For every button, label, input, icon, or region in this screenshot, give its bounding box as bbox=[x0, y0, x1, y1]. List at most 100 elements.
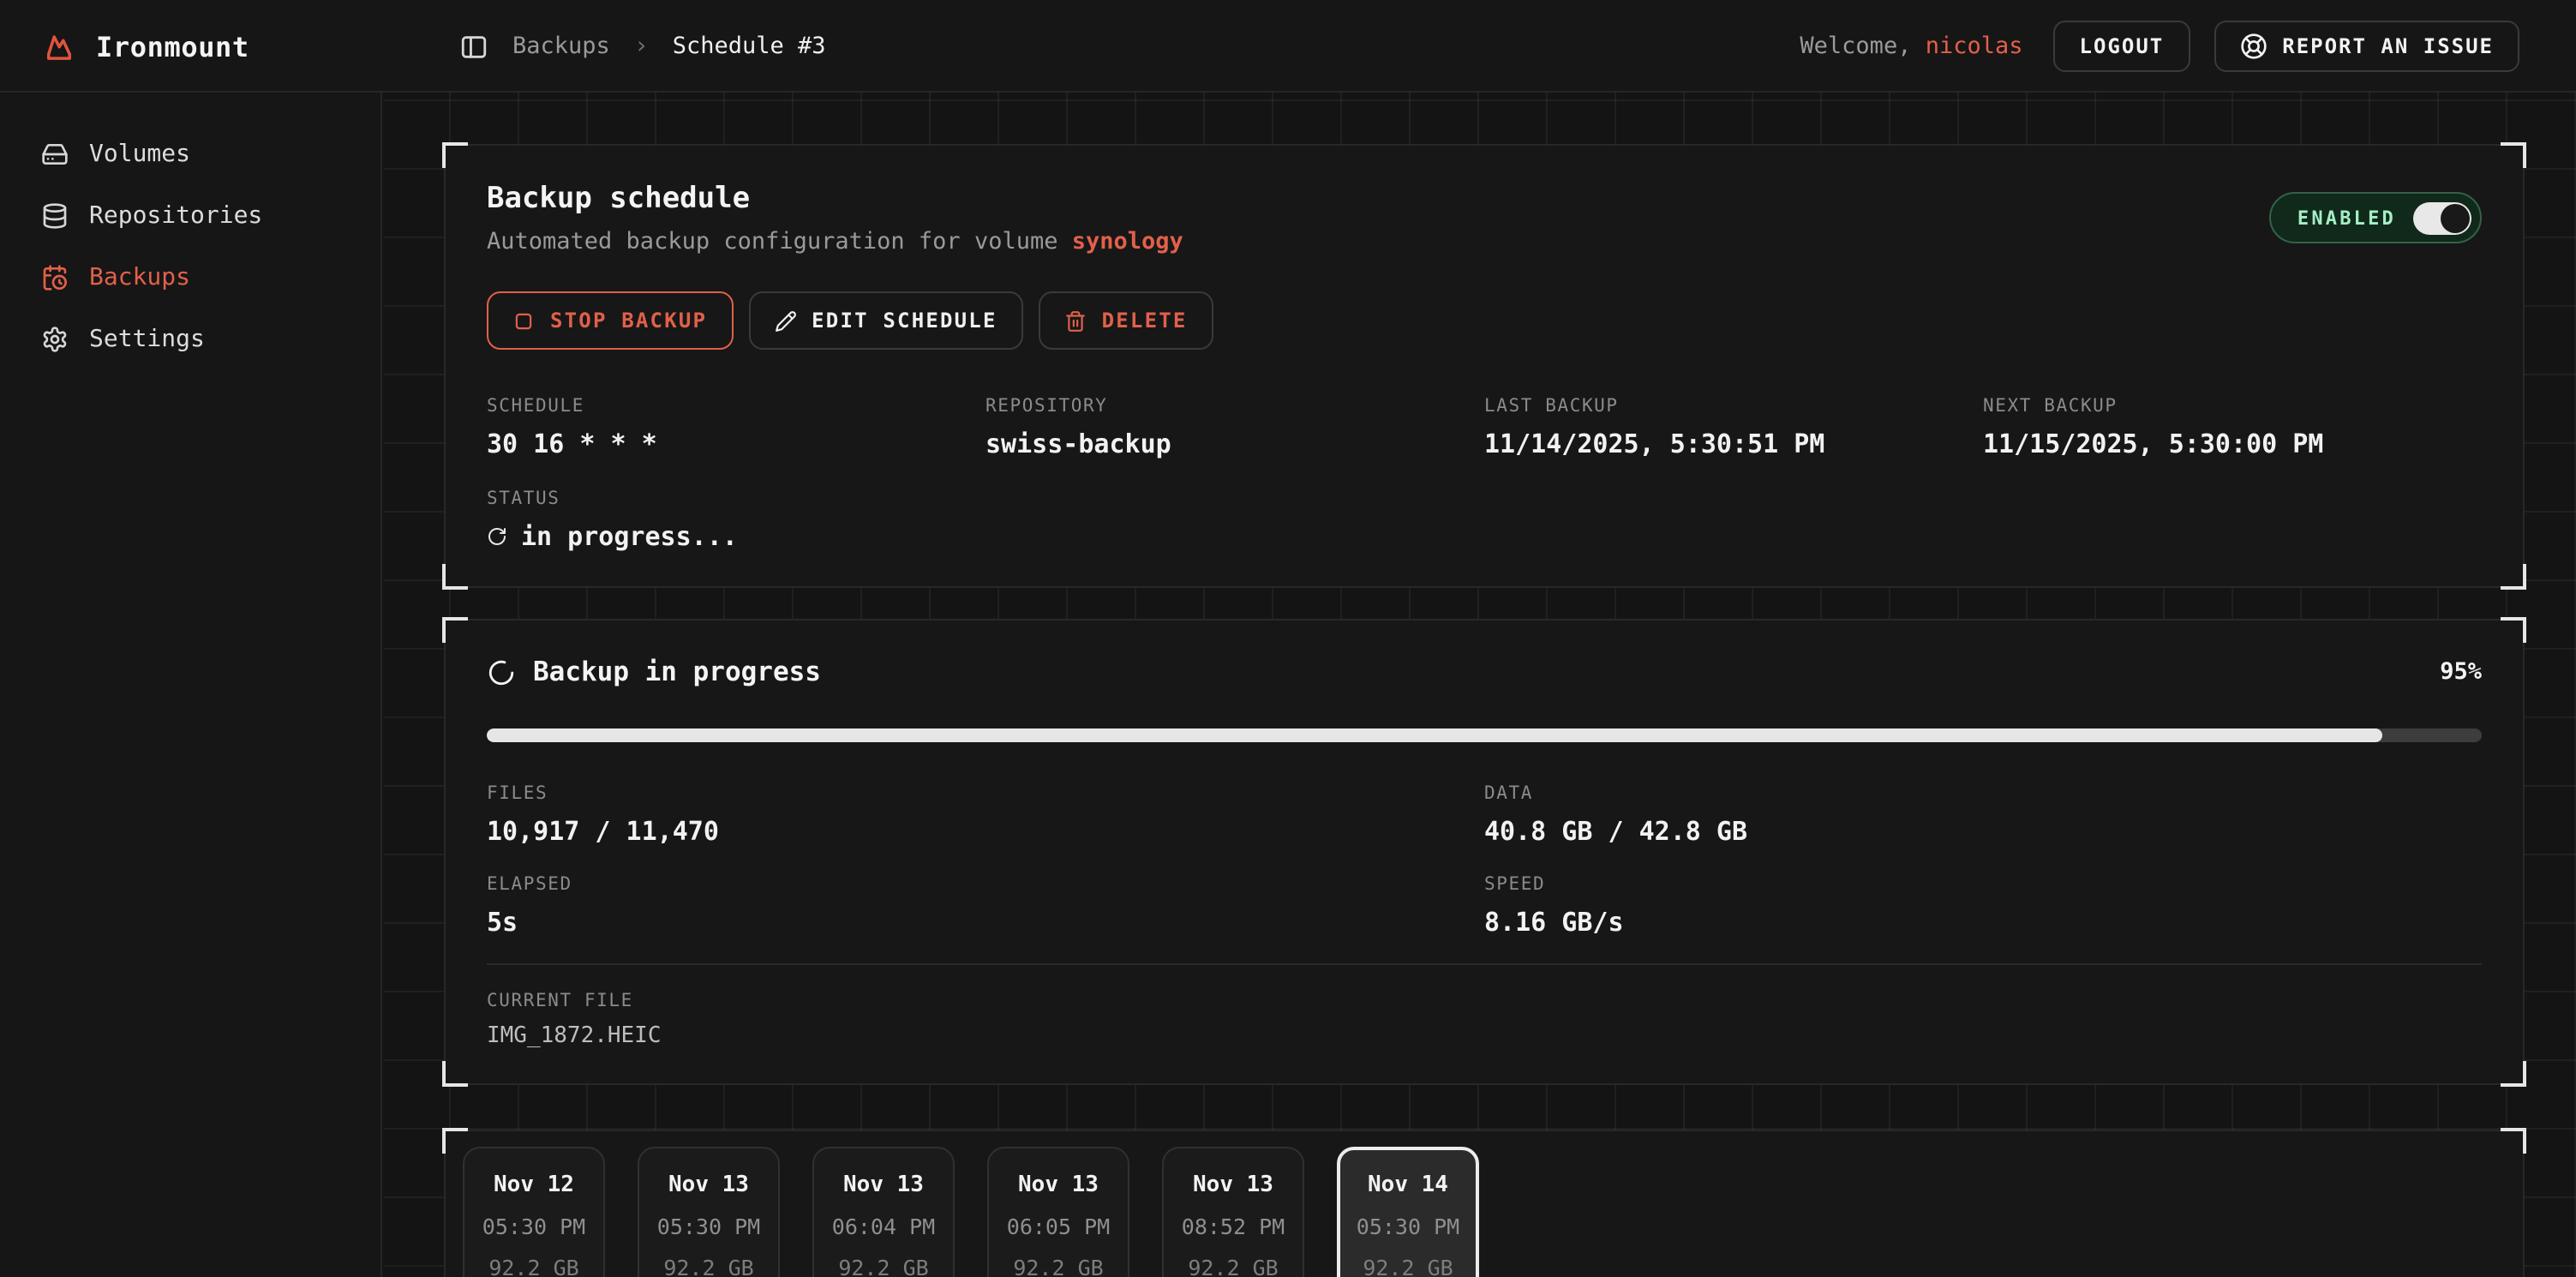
sidebar: Volumes Repositories Backups bbox=[0, 93, 382, 1277]
loader-spinner-icon bbox=[487, 657, 516, 686]
backup-schedule-card: Backup schedule Automated backup configu… bbox=[444, 144, 2525, 588]
report-issue-label: REPORT AN ISSUE bbox=[2282, 34, 2494, 58]
corner-bracket bbox=[442, 142, 468, 168]
schedule-fields: SCHEDULE 30 16 * * * REPOSITORY swiss-ba… bbox=[487, 396, 2482, 459]
snapshot-size: 92.2 GB bbox=[814, 1255, 953, 1277]
pencil-icon bbox=[774, 309, 796, 332]
field-value: 30 16 * * * bbox=[487, 429, 985, 459]
breadcrumb-separator: › bbox=[634, 33, 649, 60]
backup-progress-card: Backup in progress 95% FILES 10,917 / 11… bbox=[444, 619, 2525, 1085]
top-header: Ironmount Backups › Schedule #3 Welcome,… bbox=[0, 0, 2576, 93]
sidebar-item-label: Backups bbox=[89, 264, 190, 291]
progress-title-text: Backup in progress bbox=[533, 656, 821, 687]
stop-icon bbox=[512, 309, 535, 332]
snapshot-size: 92.2 GB bbox=[464, 1255, 603, 1277]
snapshot-size: 92.2 GB bbox=[1340, 1255, 1476, 1277]
sidebar-item-backups[interactable]: Backups bbox=[0, 247, 380, 309]
hard-drive-icon bbox=[41, 141, 69, 168]
enabled-switch[interactable] bbox=[2413, 201, 2471, 234]
snapshot-time: 05:30 PM bbox=[464, 1214, 603, 1239]
sidebar-item-label: Volumes bbox=[89, 141, 190, 168]
stat-files: FILES 10,917 / 11,470 bbox=[487, 783, 1484, 847]
snapshot-date: Nov 13 bbox=[989, 1172, 1128, 1198]
sidebar-item-volumes[interactable]: Volumes bbox=[0, 123, 380, 185]
field-value: swiss-backup bbox=[985, 429, 1484, 459]
status-label: STATUS bbox=[487, 489, 2482, 509]
life-buoy-icon bbox=[2239, 33, 2267, 60]
field-schedule: SCHEDULE 30 16 * * * bbox=[487, 396, 985, 459]
progress-header: Backup in progress 95% bbox=[487, 656, 2482, 687]
corner-bracket bbox=[442, 1061, 468, 1087]
snapshot-card[interactable]: Nov 13 08:52 PM 92.2 GB bbox=[1162, 1147, 1304, 1277]
stop-backup-label: STOP BACKUP bbox=[550, 309, 707, 333]
delete-button[interactable]: DELETE bbox=[1039, 291, 1213, 350]
stat-label: FILES bbox=[487, 783, 1484, 804]
card-subtitle: Automated backup configuration for volum… bbox=[487, 228, 2482, 255]
snapshot-date: Nov 12 bbox=[464, 1172, 603, 1198]
current-file-label: CURRENT FILE bbox=[487, 991, 2482, 1011]
progress-bar-fill bbox=[487, 728, 2382, 742]
switch-knob bbox=[2441, 203, 2470, 232]
snapshot-date: Nov 13 bbox=[639, 1172, 778, 1198]
breadcrumb-current-page: Schedule #3 bbox=[673, 33, 826, 60]
field-label: LAST BACKUP bbox=[1484, 396, 1983, 417]
snapshot-size: 92.2 GB bbox=[1164, 1255, 1303, 1277]
edit-schedule-label: EDIT SCHEDULE bbox=[812, 309, 997, 333]
schedule-actions: STOP BACKUP EDIT SCHEDULE bbox=[487, 291, 2482, 350]
snapshot-date: Nov 13 bbox=[1164, 1172, 1303, 1198]
stat-value: 40.8 GB / 42.8 GB bbox=[1484, 816, 2482, 847]
breadcrumb-backups[interactable]: Backups bbox=[512, 33, 610, 60]
enabled-toggle-pill[interactable]: ENABLED bbox=[2270, 192, 2482, 243]
corner-bracket bbox=[2501, 617, 2526, 643]
corner-bracket bbox=[2501, 142, 2526, 168]
status-block: STATUS in progress... bbox=[487, 489, 2482, 552]
stat-label: SPEED bbox=[1484, 874, 2482, 895]
stat-value: 8.16 GB/s bbox=[1484, 907, 2482, 938]
snapshot-card[interactable]: Nov 13 06:05 PM 92.2 GB bbox=[987, 1147, 1129, 1277]
current-file-value: IMG_1872.HEIC bbox=[487, 1023, 2482, 1049]
breadcrumb: Backups › Schedule #3 bbox=[459, 0, 826, 93]
stat-value: 10,917 / 11,470 bbox=[487, 816, 1484, 847]
stat-label: ELAPSED bbox=[487, 874, 1484, 895]
corner-bracket bbox=[2501, 564, 2526, 590]
field-next-backup: NEXT BACKUP 11/15/2025, 5:30:00 PM bbox=[1983, 396, 2482, 459]
current-file-block: CURRENT FILE IMG_1872.HEIC bbox=[487, 991, 2482, 1049]
stat-speed: SPEED 8.16 GB/s bbox=[1484, 874, 2482, 938]
report-issue-button[interactable]: REPORT AN ISSUE bbox=[2214, 21, 2519, 72]
app-title: Ironmount bbox=[96, 30, 249, 63]
logout-button[interactable]: LOGOUT bbox=[2054, 21, 2190, 72]
snapshot-card[interactable]: Nov 13 06:04 PM 92.2 GB bbox=[812, 1147, 955, 1277]
enabled-label: ENABLED bbox=[2297, 207, 2396, 229]
field-label: NEXT BACKUP bbox=[1983, 396, 2482, 417]
header-actions: Welcome, nicolas LOGOUT REPORT AN ISSUE bbox=[1800, 0, 2519, 93]
corner-bracket bbox=[2501, 1061, 2526, 1087]
field-label: SCHEDULE bbox=[487, 396, 985, 417]
field-last-backup: LAST BACKUP 11/14/2025, 5:30:51 PM bbox=[1484, 396, 1983, 459]
progress-stats: FILES 10,917 / 11,470 DATA 40.8 GB / 42.… bbox=[487, 783, 2482, 938]
corner-bracket bbox=[442, 617, 468, 643]
main-content: Backup schedule Automated backup configu… bbox=[384, 93, 2576, 1277]
snapshot-time: 06:05 PM bbox=[989, 1214, 1128, 1239]
volume-name: synology bbox=[1072, 228, 1183, 255]
stop-backup-button[interactable]: STOP BACKUP bbox=[487, 291, 733, 350]
stage: Ironmount Backups › Schedule #3 Welcome,… bbox=[0, 0, 2576, 1277]
progress-bar bbox=[487, 728, 2482, 742]
field-repository: REPOSITORY swiss-backup bbox=[985, 396, 1484, 459]
progress-percent: 95% bbox=[2440, 658, 2482, 686]
edit-schedule-button[interactable]: EDIT SCHEDULE bbox=[748, 291, 1022, 350]
snapshot-row: Nov 12 05:30 PM 92.2 GB Nov 13 05:30 PM … bbox=[463, 1147, 2506, 1277]
sidebar-toggle-icon[interactable] bbox=[459, 32, 488, 61]
status-value: in progress... bbox=[487, 521, 2482, 552]
snapshot-card[interactable]: Nov 13 05:30 PM 92.2 GB bbox=[638, 1147, 780, 1277]
stat-elapsed: ELAPSED 5s bbox=[487, 874, 1484, 938]
snapshot-history-card: Nov 12 05:30 PM 92.2 GB Nov 13 05:30 PM … bbox=[444, 1130, 2525, 1277]
status-text: in progress... bbox=[521, 521, 738, 552]
progress-title: Backup in progress bbox=[487, 656, 821, 687]
stat-data: DATA 40.8 GB / 42.8 GB bbox=[1484, 783, 2482, 847]
rotate-cw-icon bbox=[487, 526, 507, 547]
sidebar-item-repositories[interactable]: Repositories bbox=[0, 185, 380, 247]
snapshot-size: 92.2 GB bbox=[639, 1255, 778, 1277]
sidebar-item-settings[interactable]: Settings bbox=[0, 309, 380, 370]
snapshot-card-selected[interactable]: Nov 14 05:30 PM 92.2 GB bbox=[1337, 1147, 1479, 1277]
snapshot-card[interactable]: Nov 12 05:30 PM 92.2 GB bbox=[463, 1147, 605, 1277]
